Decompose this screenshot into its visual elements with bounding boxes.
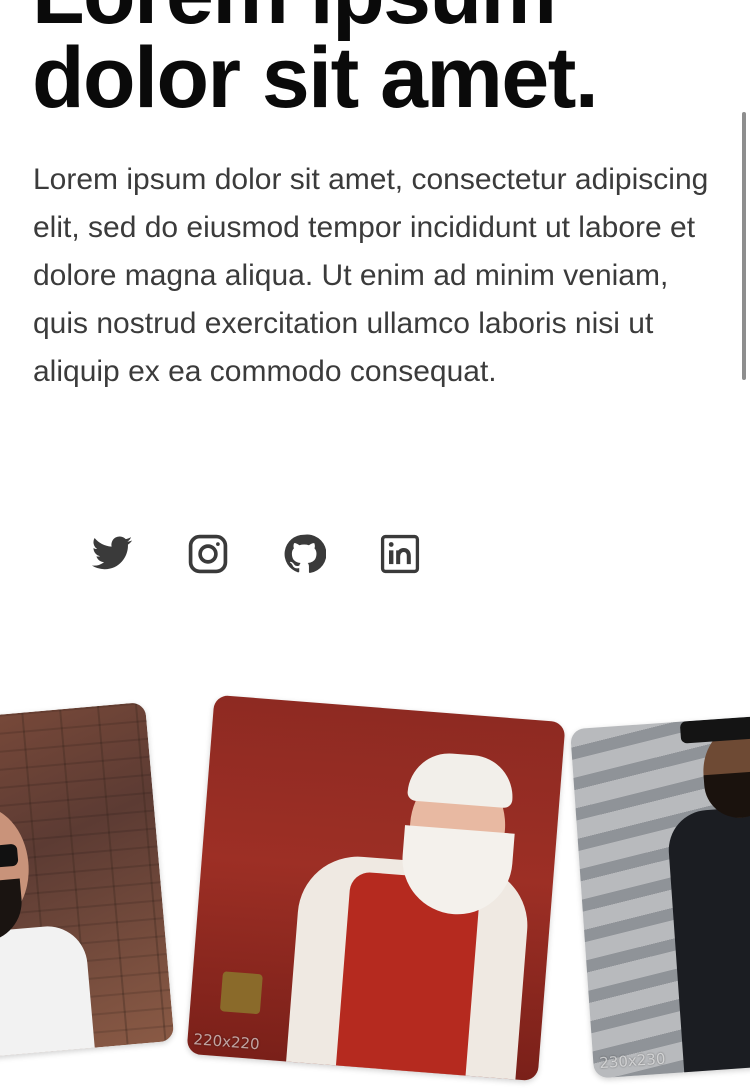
photo-subject-hat	[679, 715, 750, 744]
instagram-link[interactable]	[184, 530, 232, 578]
photo-mug	[219, 971, 263, 1015]
linkedin-link[interactable]	[376, 530, 424, 578]
instagram-icon	[188, 534, 228, 574]
github-icon	[284, 534, 326, 573]
photo-subject-shirt	[666, 803, 750, 1079]
hero-title: Lorem ipsum dolor sit amet.	[32, 0, 732, 126]
photo-caption: 220x220	[192, 1030, 261, 1054]
github-link[interactable]	[280, 530, 328, 578]
social-links	[88, 530, 424, 578]
hero-title-line-2: dolor sit amet.	[32, 30, 599, 126]
twitter-link[interactable]	[88, 530, 136, 578]
gallery-photo-santa[interactable]: 220x220	[186, 694, 566, 1082]
gallery-photo-bearded-man[interactable]	[0, 701, 175, 1059]
twitter-icon	[91, 536, 133, 570]
photo-subject-hair	[406, 750, 516, 809]
photo-caption: 230x230	[598, 1049, 666, 1073]
linkedin-icon	[380, 534, 420, 574]
gallery-photo-man-in-hat[interactable]: 230x230	[570, 715, 750, 1079]
scrollbar-thumb[interactable]	[742, 112, 746, 380]
hero-description: Lorem ipsum dolor sit amet, consectetur …	[33, 163, 709, 388]
photo-subject-shirt	[0, 923, 98, 1059]
